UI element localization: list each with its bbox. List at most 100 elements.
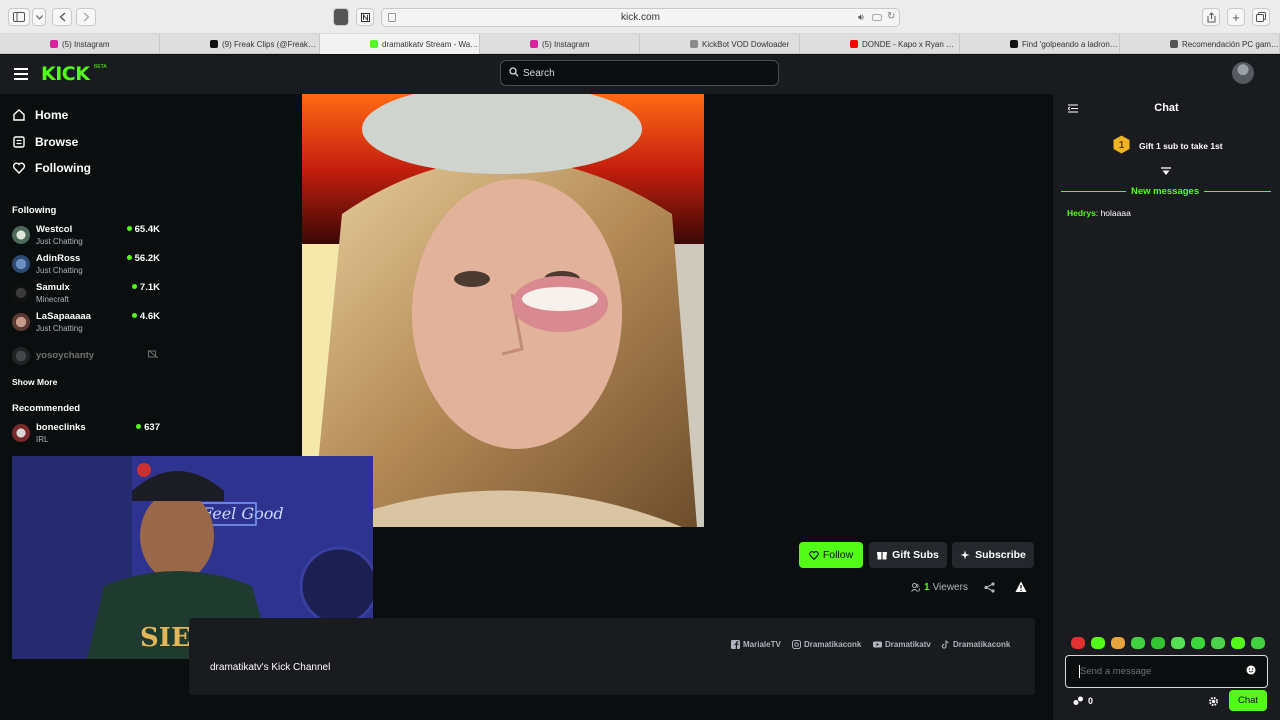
emote-icon[interactable] bbox=[1091, 637, 1105, 649]
new-messages-label[interactable]: New messages bbox=[1126, 186, 1205, 197]
tiktok-icon bbox=[941, 640, 949, 649]
report-icon[interactable] bbox=[1015, 581, 1027, 593]
viewer-count: 637 bbox=[136, 422, 160, 433]
browser-tab[interactable]: (5) Instagram bbox=[0, 34, 160, 54]
viewer-count: 56.2K bbox=[126, 253, 160, 264]
reader-icon[interactable] bbox=[872, 14, 882, 21]
channel-about-title: dramatikatv's Kick Channel bbox=[210, 662, 331, 673]
emote-icon[interactable] bbox=[1131, 637, 1145, 649]
favicon-icon bbox=[530, 40, 538, 48]
extension-icon[interactable] bbox=[333, 8, 349, 26]
search-input[interactable]: Search bbox=[500, 60, 779, 86]
social-tiktok[interactable]: Dramatikaconk bbox=[941, 640, 1010, 649]
live-indicator bbox=[131, 313, 137, 318]
nav-home[interactable]: Home bbox=[12, 106, 68, 124]
forward-icon[interactable] bbox=[76, 8, 96, 26]
chevron-down-icon[interactable] bbox=[32, 8, 46, 26]
tab-title: (9) Freak Clips (@Freak_Clips) / X bbox=[222, 39, 319, 49]
avatar bbox=[12, 284, 30, 302]
channel-westcol[interactable]: Westcol Just Chatting 65.4K bbox=[12, 223, 160, 251]
emote-icon[interactable] bbox=[1111, 637, 1125, 649]
channel-samulx[interactable]: Samulx Minecraft 7.1K bbox=[12, 281, 160, 309]
channel-lasapaaaaa[interactable]: LaSapaaaaa Just Chatting 4.6K bbox=[12, 310, 160, 338]
emote-icon[interactable] bbox=[1171, 637, 1185, 649]
back-icon[interactable] bbox=[52, 8, 72, 26]
url-bar[interactable]: kick.com 🔊︎ ↻ bbox=[381, 8, 900, 27]
social-facebook[interactable]: MarialeTV bbox=[731, 640, 781, 649]
emote-icon[interactable] bbox=[1191, 637, 1205, 649]
tab-title: dramatikatv Stream - Watch Liv... bbox=[382, 39, 479, 49]
subscribe-button[interactable]: Subscribe bbox=[952, 542, 1034, 568]
channel-points[interactable]: 0 bbox=[1073, 696, 1093, 706]
viewers-label: Viewers bbox=[932, 582, 968, 593]
browser-tab[interactable]: (9) Freak Clips (@Freak_Clips) / X bbox=[160, 34, 320, 54]
audio-icon[interactable]: 🔊︎ bbox=[858, 12, 864, 23]
reload-icon[interactable]: ↻ bbox=[887, 11, 895, 22]
show-more-link[interactable]: Show More bbox=[12, 377, 57, 387]
new-tab-icon[interactable]: + bbox=[1227, 8, 1245, 26]
share-icon[interactable] bbox=[984, 582, 995, 593]
emoji-icon[interactable] bbox=[1246, 665, 1256, 675]
browser-tab[interactable]: Find 'golpeando a ladron colombi... bbox=[960, 34, 1120, 54]
tab-title: (5) Instagram bbox=[542, 39, 590, 49]
following-title: Following bbox=[12, 205, 57, 216]
favicon-icon bbox=[1170, 40, 1178, 48]
sidebar-toggle-icon[interactable] bbox=[8, 8, 30, 26]
chat-message-input[interactable]: Send a message bbox=[1065, 655, 1268, 688]
channel-boneclinks[interactable]: boneclinks IRL 637 bbox=[12, 421, 160, 449]
share-page-icon[interactable] bbox=[1202, 8, 1220, 26]
emote-icon[interactable] bbox=[1071, 637, 1085, 649]
channel-name: LaSapaaaaa bbox=[36, 311, 91, 322]
chat-send-button[interactable]: Chat bbox=[1229, 690, 1267, 711]
users-icon bbox=[911, 583, 920, 592]
star-icon bbox=[960, 550, 970, 560]
emote-icon[interactable] bbox=[1231, 637, 1245, 649]
channel-category: IRL bbox=[36, 435, 49, 444]
user-avatar[interactable] bbox=[1232, 62, 1254, 84]
avatar bbox=[12, 255, 30, 273]
gift-subs-button[interactable]: Gift Subs bbox=[869, 542, 947, 568]
tab-title: Find 'golpeando a ladron colombi... bbox=[1022, 39, 1119, 49]
browser-tab[interactable]: dramatikatv Stream - Watch Liv... bbox=[320, 34, 480, 54]
social-instagram[interactable]: Dramatikaconk bbox=[792, 640, 861, 649]
recommended-title: Recommended bbox=[12, 403, 81, 414]
pinned-icon[interactable] bbox=[1161, 167, 1171, 176]
gift-subs-label: Gift Subs bbox=[892, 549, 939, 561]
browser-tab[interactable]: DONDE - Kapo x Ryan Castro (Vis... bbox=[800, 34, 960, 54]
channel-adinross[interactable]: AdinRoss Just Chatting 56.2K bbox=[12, 252, 160, 280]
tab-title: (5) Instagram bbox=[62, 39, 110, 49]
emote-icon[interactable] bbox=[1211, 637, 1225, 649]
notion-icon[interactable] bbox=[356, 8, 374, 26]
social-youtube[interactable]: Dramatikatv bbox=[873, 640, 931, 649]
channel-yosoychanty[interactable]: yosoychanty bbox=[12, 347, 160, 375]
emote-icon[interactable] bbox=[1151, 637, 1165, 649]
svg-text:Feel Good: Feel Good bbox=[201, 504, 284, 523]
chat-panel: Chat 1 Gift 1 sub to take 1st New messag… bbox=[1053, 94, 1280, 720]
gift-leaderboard-prompt[interactable]: Gift 1 sub to take 1st bbox=[1139, 141, 1223, 151]
browser-tab[interactable]: KickBot VOD Dowloader bbox=[640, 34, 800, 54]
follow-label: Follow bbox=[822, 549, 854, 561]
tab-title: Recomendación PC gaming bbox=[1182, 39, 1279, 49]
gear-icon[interactable] bbox=[1208, 696, 1219, 707]
tab-overview-icon[interactable] bbox=[1252, 8, 1270, 26]
browser-tab[interactable]: (5) Instagram bbox=[480, 34, 640, 54]
nav-browse[interactable]: Browse bbox=[12, 133, 78, 151]
emote-icon[interactable] bbox=[1251, 637, 1265, 649]
instagram-icon bbox=[792, 640, 801, 649]
browse-icon bbox=[13, 136, 25, 148]
channel-category: Just Chatting bbox=[36, 237, 83, 246]
browser-tab[interactable]: Recomendación PC gaming bbox=[1120, 34, 1280, 54]
gift-rank-badge: 1 bbox=[1113, 135, 1130, 154]
chat-username[interactable]: Hedrys bbox=[1067, 208, 1096, 218]
menu-icon[interactable] bbox=[14, 68, 28, 80]
nav-browse-label: Browse bbox=[35, 135, 79, 149]
kick-logo[interactable]: KICK bbox=[41, 63, 90, 85]
nav-following[interactable]: Following bbox=[12, 159, 91, 177]
live-indicator bbox=[131, 284, 137, 289]
follow-button[interactable]: Follow bbox=[799, 542, 863, 568]
points-icon bbox=[1073, 696, 1083, 705]
viewer-counter: 1 Viewers bbox=[911, 582, 968, 593]
chat-text: holaaaa bbox=[1100, 208, 1131, 218]
home-icon bbox=[13, 109, 25, 121]
browser-toolbar: kick.com 🔊︎ ↻ + bbox=[0, 0, 1280, 34]
